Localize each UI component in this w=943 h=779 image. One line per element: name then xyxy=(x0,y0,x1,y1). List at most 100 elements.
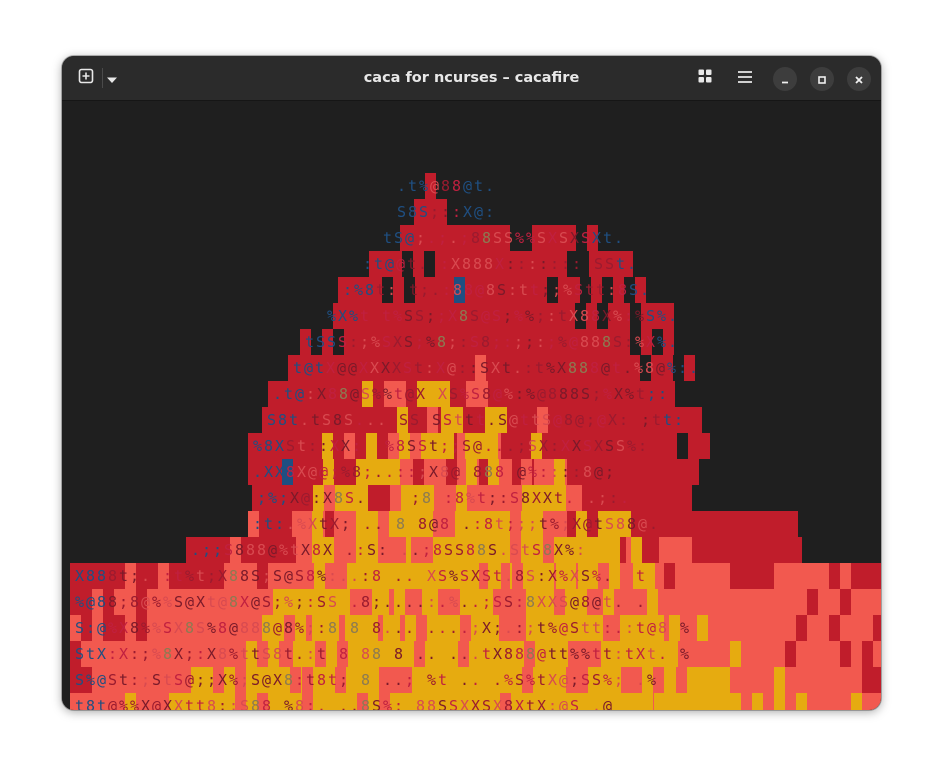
terminal-char: S xyxy=(239,697,250,710)
terminal-char: X xyxy=(325,359,336,377)
main-menu-button[interactable] xyxy=(732,65,758,91)
terminal-char: @ xyxy=(474,281,485,299)
fire-cell xyxy=(873,641,881,667)
terminal-char: 8 xyxy=(542,541,553,559)
terminal-char: ; xyxy=(551,281,562,299)
terminal-char: ; xyxy=(371,593,382,611)
terminal-char: S xyxy=(541,411,552,429)
terminal-char: % xyxy=(549,515,560,533)
fire-cell xyxy=(688,511,699,537)
terminal-char: : xyxy=(624,619,635,637)
terminal-char: . xyxy=(461,515,472,533)
fire-cell xyxy=(807,667,818,693)
terminal-char: X xyxy=(601,307,612,325)
terminal-char: S xyxy=(261,593,272,611)
terminal-char: 8 xyxy=(228,567,239,585)
terminal-char: % xyxy=(340,463,351,481)
terminal-char: 8 xyxy=(480,333,491,351)
terminal-char: . xyxy=(459,593,470,611)
terminal-char: t xyxy=(318,515,329,533)
terminal-char: % xyxy=(151,645,162,663)
fire-cell xyxy=(829,693,840,710)
terminal-char: ; xyxy=(429,203,440,221)
terminal-char: X xyxy=(300,541,311,559)
terminal-char: : xyxy=(355,541,366,559)
grid-view-button[interactable] xyxy=(692,65,718,91)
terminal-char: % xyxy=(547,619,558,637)
terminal-char: S xyxy=(173,671,184,689)
terminal-char: S xyxy=(459,567,470,585)
terminal-char: : xyxy=(507,281,518,299)
fire-cell xyxy=(708,615,719,641)
terminal-char: ; xyxy=(505,515,516,533)
terminal-char: X xyxy=(560,437,571,455)
terminal-char: % xyxy=(666,359,677,377)
fire-cell xyxy=(632,693,643,710)
minimize-button[interactable] xyxy=(773,67,797,91)
terminal-char: 8 xyxy=(360,671,371,689)
terminal-char: S xyxy=(327,593,338,611)
terminal-char: t xyxy=(624,645,635,663)
tab-menu-button[interactable] xyxy=(104,65,120,91)
terminal-char: @ xyxy=(582,515,593,533)
terminal-char: X xyxy=(322,541,333,559)
terminal-char: S xyxy=(316,593,327,611)
terminal-char: S xyxy=(409,411,420,429)
terminal-char: 8 xyxy=(327,619,338,637)
terminal-char: . xyxy=(505,437,516,455)
terminal-char: % xyxy=(294,619,305,637)
fire-cell xyxy=(677,459,688,485)
fire-cell xyxy=(681,485,692,511)
fire-cell xyxy=(785,641,796,667)
terminal-char: 8 xyxy=(569,385,580,403)
terminal-char: 8 xyxy=(615,515,626,533)
terminal-char: . xyxy=(384,463,395,481)
fire-cell xyxy=(637,485,648,511)
terminal-char: S xyxy=(569,697,580,710)
fire-cell xyxy=(719,693,730,710)
terminal-char: : xyxy=(377,541,388,559)
terminal-char: @ xyxy=(404,229,415,247)
terminal-char: % xyxy=(184,567,195,585)
terminal-char: @ xyxy=(574,411,585,429)
terminal-char: X xyxy=(217,671,228,689)
terminal-char: X xyxy=(329,515,340,533)
terminal-char: 8 xyxy=(245,541,256,559)
terminal-char: 8 xyxy=(514,567,525,585)
fire-cell xyxy=(785,693,796,710)
terminal-char: . xyxy=(503,619,514,637)
terminal-char: : xyxy=(571,255,582,273)
terminal-char: t xyxy=(195,567,206,585)
terminal-char: @ xyxy=(228,619,239,637)
terminal-char: t xyxy=(437,671,448,689)
terminal-char: 8 xyxy=(503,645,514,663)
terminal-char: : xyxy=(571,463,582,481)
terminal-char: X xyxy=(329,437,340,455)
terminal-char: @ xyxy=(96,671,107,689)
terminal-view[interactable]: . t% @8 8 @ t. S 8 S;:: X @: t S @;.;.; 8 8 S S%% S X S X S Xt.… xyxy=(62,101,881,710)
terminal-char: % xyxy=(348,307,359,325)
terminal-char: . xyxy=(426,619,437,637)
new-tab-button[interactable] xyxy=(73,65,99,91)
terminal-char: : xyxy=(362,255,373,273)
terminal-char: . xyxy=(316,697,327,710)
terminal-char: t xyxy=(162,671,173,689)
terminal-char: S xyxy=(337,333,348,351)
fire-cell xyxy=(752,693,763,710)
terminal-char: 8 xyxy=(601,333,612,351)
terminal-char: S xyxy=(74,671,85,689)
terminal-char: 8 xyxy=(451,177,462,195)
terminal-char: ; xyxy=(421,541,432,559)
terminal-char: S xyxy=(266,411,277,429)
terminal-char: @ xyxy=(637,515,648,533)
fire-cell xyxy=(730,563,741,589)
fire-cell xyxy=(670,537,681,563)
terminal-char: X xyxy=(645,333,656,351)
terminal-char: t xyxy=(289,541,300,559)
maximize-button[interactable] xyxy=(810,67,834,91)
terminal-char: t xyxy=(481,645,492,663)
terminal-char: X xyxy=(272,671,283,689)
close-button[interactable] xyxy=(847,67,871,91)
terminal-char: % xyxy=(514,229,525,247)
fire-cell xyxy=(763,641,774,667)
